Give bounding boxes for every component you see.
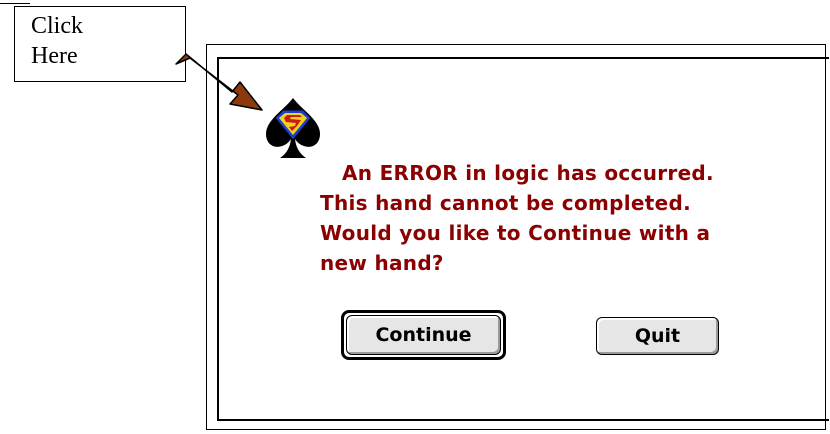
- quit-button[interactable]: Quit: [596, 317, 719, 355]
- error-message: An ERROR in logic has occurred. This han…: [320, 158, 790, 278]
- superman-spade-icon[interactable]: [262, 96, 324, 164]
- continue-button[interactable]: Continue: [346, 315, 501, 355]
- default-button-ring: Continue: [341, 310, 506, 360]
- click-here-callout: Click Here: [14, 6, 186, 82]
- message-line-1: An ERROR in logic has occurred.: [342, 161, 714, 185]
- message-line-3: Would you like to Continue with a: [320, 221, 711, 245]
- message-line-4: new hand?: [320, 251, 444, 275]
- callout-line-1: Click: [31, 13, 83, 39]
- callout-line-2: Here: [31, 43, 78, 69]
- message-line-2: This hand cannot be completed.: [320, 191, 692, 215]
- corner-mark: [0, 0, 30, 4]
